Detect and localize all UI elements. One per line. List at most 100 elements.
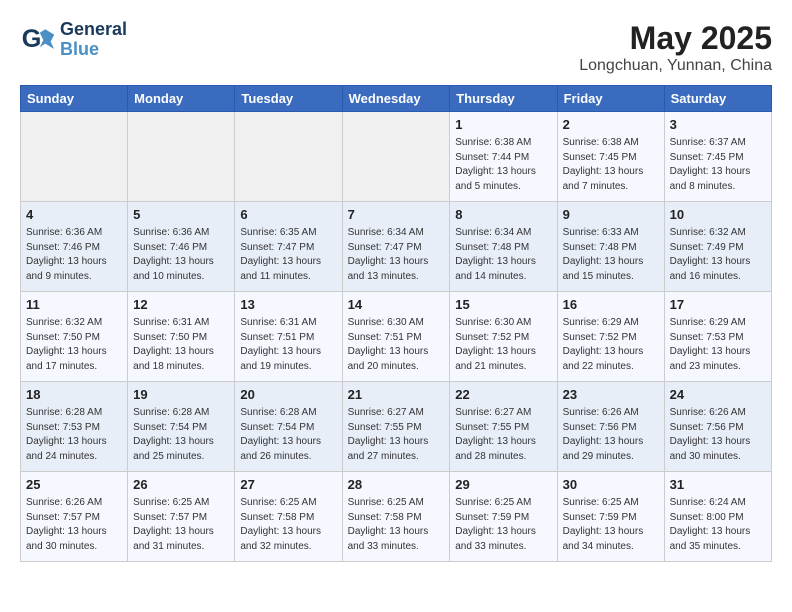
day-number: 2 [563, 116, 659, 134]
day-info: Sunrise: 6:36 AM Sunset: 7:46 PM Dayligh… [26, 226, 122, 284]
calendar-cell [128, 112, 235, 202]
day-info: Sunrise: 6:29 AM Sunset: 7:52 PM Dayligh… [563, 316, 659, 374]
day-info: Sunrise: 6:31 AM Sunset: 7:51 PM Dayligh… [240, 316, 336, 374]
calendar-cell: 5Sunrise: 6:36 AM Sunset: 7:46 PM Daylig… [128, 202, 235, 292]
calendar-cell: 10 Sunrise: 6:32 AM Sunset: 7:49 PM Dayli… [664, 202, 771, 292]
calendar-cell: 15 Sunrise: 6:30 AM Sunset: 7:52 PM Dayli… [450, 292, 557, 382]
calendar-cell: 23 Sunrise: 6:26 AM Sunset: 7:56 PM Dayli… [557, 382, 664, 472]
day-info: Sunrise: 6:34 AM Sunset: 7:47 PM Dayligh… [348, 226, 445, 284]
calendar-cell [342, 112, 450, 202]
day-info: Sunrise: 6:25 AM Sunset: 7:57 PM Dayligh… [133, 496, 229, 554]
day-number: 22 [455, 386, 551, 404]
day-number: 28 [348, 476, 445, 494]
calendar-cell: 20 Sunrise: 6:28 AM Sunset: 7:54 PM Dayli… [235, 382, 342, 472]
day-number: 15 [455, 296, 551, 314]
day-number: 31 [670, 476, 766, 494]
day-info: Sunrise: 6:30 AM Sunset: 7:52 PM Dayligh… [455, 316, 551, 374]
calendar-body: 1Sunrise: 6:38 AM Sunset: 7:44 PM Daylig… [21, 112, 772, 562]
calendar-cell: 3 Sunrise: 6:37 AM Sunset: 7:45 PM Daylig… [664, 112, 771, 202]
day-info: Sunrise: 6:25 AM Sunset: 7:58 PM Dayligh… [348, 496, 445, 554]
day-header-wednesday: Wednesday [342, 86, 450, 112]
day-number: 19 [133, 386, 229, 404]
calendar-cell: 6 Sunrise: 6:35 AM Sunset: 7:47 PM Daylig… [235, 202, 342, 292]
logo-text: General Blue [60, 20, 127, 60]
calendar-cell: 31Sunrise: 6:24 AM Sunset: 8:00 PM Dayli… [664, 472, 771, 562]
day-number: 10 [670, 206, 766, 224]
day-info: Sunrise: 6:34 AM Sunset: 7:48 PM Dayligh… [455, 226, 551, 284]
day-info: Sunrise: 6:28 AM Sunset: 7:54 PM Dayligh… [240, 406, 336, 464]
calendar-cell: 2 Sunrise: 6:38 AM Sunset: 7:45 PM Daylig… [557, 112, 664, 202]
day-info: Sunrise: 6:28 AM Sunset: 7:53 PM Dayligh… [26, 406, 122, 464]
day-info: Sunrise: 6:29 AM Sunset: 7:53 PM Dayligh… [670, 316, 766, 374]
day-number: 9 [563, 206, 659, 224]
day-info: Sunrise: 6:25 AM Sunset: 7:58 PM Dayligh… [240, 496, 336, 554]
day-header-monday: Monday [128, 86, 235, 112]
day-number: 7 [348, 206, 445, 224]
calendar-week-5: 25Sunrise: 6:26 AM Sunset: 7:57 PM Dayli… [21, 472, 772, 562]
day-info: Sunrise: 6:36 AM Sunset: 7:46 PM Dayligh… [133, 226, 229, 284]
calendar-week-3: 11Sunrise: 6:32 AM Sunset: 7:50 PM Dayli… [21, 292, 772, 382]
day-number: 3 [670, 116, 766, 134]
logo-icon: G [20, 22, 56, 58]
month-title: May 2025 [579, 20, 772, 57]
calendar-cell: 29 Sunrise: 6:25 AM Sunset: 7:59 PM Dayli… [450, 472, 557, 562]
title-area: May 2025 Longchuan, Yunnan, China [579, 20, 772, 75]
calendar-cell: 9 Sunrise: 6:33 AM Sunset: 7:48 PM Daylig… [557, 202, 664, 292]
day-info: Sunrise: 6:38 AM Sunset: 7:44 PM Dayligh… [455, 136, 551, 194]
day-info: Sunrise: 6:37 AM Sunset: 7:45 PM Dayligh… [670, 136, 766, 194]
day-info: Sunrise: 6:32 AM Sunset: 7:50 PM Dayligh… [26, 316, 122, 374]
calendar-cell: 26 Sunrise: 6:25 AM Sunset: 7:57 PM Dayli… [128, 472, 235, 562]
logo-line1: General [60, 20, 127, 40]
day-info: Sunrise: 6:26 AM Sunset: 7:56 PM Dayligh… [670, 406, 766, 464]
calendar-cell: 7 Sunrise: 6:34 AM Sunset: 7:47 PM Daylig… [342, 202, 450, 292]
day-info: Sunrise: 6:25 AM Sunset: 7:59 PM Dayligh… [455, 496, 551, 554]
calendar-cell: 22 Sunrise: 6:27 AM Sunset: 7:55 PM Dayli… [450, 382, 557, 472]
day-number: 13 [240, 296, 336, 314]
day-info: Sunrise: 6:32 AM Sunset: 7:49 PM Dayligh… [670, 226, 766, 284]
day-header-saturday: Saturday [664, 86, 771, 112]
calendar-cell: 13 Sunrise: 6:31 AM Sunset: 7:51 PM Dayli… [235, 292, 342, 382]
day-number: 29 [455, 476, 551, 494]
day-info: Sunrise: 6:35 AM Sunset: 7:47 PM Dayligh… [240, 226, 336, 284]
day-number: 18 [26, 386, 122, 404]
day-info: Sunrise: 6:28 AM Sunset: 7:54 PM Dayligh… [133, 406, 229, 464]
day-number: 20 [240, 386, 336, 404]
calendar-week-1: 1Sunrise: 6:38 AM Sunset: 7:44 PM Daylig… [21, 112, 772, 202]
calendar-table: SundayMondayTuesdayWednesdayThursdayFrid… [20, 85, 772, 562]
day-number: 21 [348, 386, 445, 404]
day-number: 14 [348, 296, 445, 314]
calendar-cell: 30Sunrise: 6:25 AM Sunset: 7:59 PM Dayli… [557, 472, 664, 562]
day-info: Sunrise: 6:27 AM Sunset: 7:55 PM Dayligh… [455, 406, 551, 464]
calendar-cell: 28 Sunrise: 6:25 AM Sunset: 7:58 PM Dayli… [342, 472, 450, 562]
day-number: 12 [133, 296, 229, 314]
day-info: Sunrise: 6:25 AM Sunset: 7:59 PM Dayligh… [563, 496, 659, 554]
day-number: 26 [133, 476, 229, 494]
day-number: 24 [670, 386, 766, 404]
page-header: G General Blue May 2025 Longchuan, Yunna… [20, 20, 772, 75]
calendar-cell: 11Sunrise: 6:32 AM Sunset: 7:50 PM Dayli… [21, 292, 128, 382]
calendar-cell: 19 Sunrise: 6:28 AM Sunset: 7:54 PM Dayli… [128, 382, 235, 472]
calendar-cell: 17 Sunrise: 6:29 AM Sunset: 7:53 PM Dayli… [664, 292, 771, 382]
svg-text:G: G [22, 25, 42, 53]
day-header-sunday: Sunday [21, 86, 128, 112]
day-info: Sunrise: 6:33 AM Sunset: 7:48 PM Dayligh… [563, 226, 659, 284]
day-info: Sunrise: 6:31 AM Sunset: 7:50 PM Dayligh… [133, 316, 229, 374]
calendar-cell: 14Sunrise: 6:30 AM Sunset: 7:51 PM Dayli… [342, 292, 450, 382]
calendar-cell: 24 Sunrise: 6:26 AM Sunset: 7:56 PM Dayli… [664, 382, 771, 472]
day-number: 23 [563, 386, 659, 404]
day-number: 6 [240, 206, 336, 224]
calendar-cell: 1Sunrise: 6:38 AM Sunset: 7:44 PM Daylig… [450, 112, 557, 202]
day-header-friday: Friday [557, 86, 664, 112]
day-info: Sunrise: 6:26 AM Sunset: 7:56 PM Dayligh… [563, 406, 659, 464]
day-number: 17 [670, 296, 766, 314]
logo: G General Blue [20, 20, 127, 60]
calendar-week-2: 4Sunrise: 6:36 AM Sunset: 7:46 PM Daylig… [21, 202, 772, 292]
day-number: 16 [563, 296, 659, 314]
day-info: Sunrise: 6:27 AM Sunset: 7:55 PM Dayligh… [348, 406, 445, 464]
logo-line2: Blue [60, 39, 99, 59]
day-number: 8 [455, 206, 551, 224]
day-info: Sunrise: 6:38 AM Sunset: 7:45 PM Dayligh… [563, 136, 659, 194]
calendar-cell: 25Sunrise: 6:26 AM Sunset: 7:57 PM Dayli… [21, 472, 128, 562]
calendar-week-4: 18 Sunrise: 6:28 AM Sunset: 7:53 PM Dayli… [21, 382, 772, 472]
calendar-cell: 21 Sunrise: 6:27 AM Sunset: 7:55 PM Dayli… [342, 382, 450, 472]
